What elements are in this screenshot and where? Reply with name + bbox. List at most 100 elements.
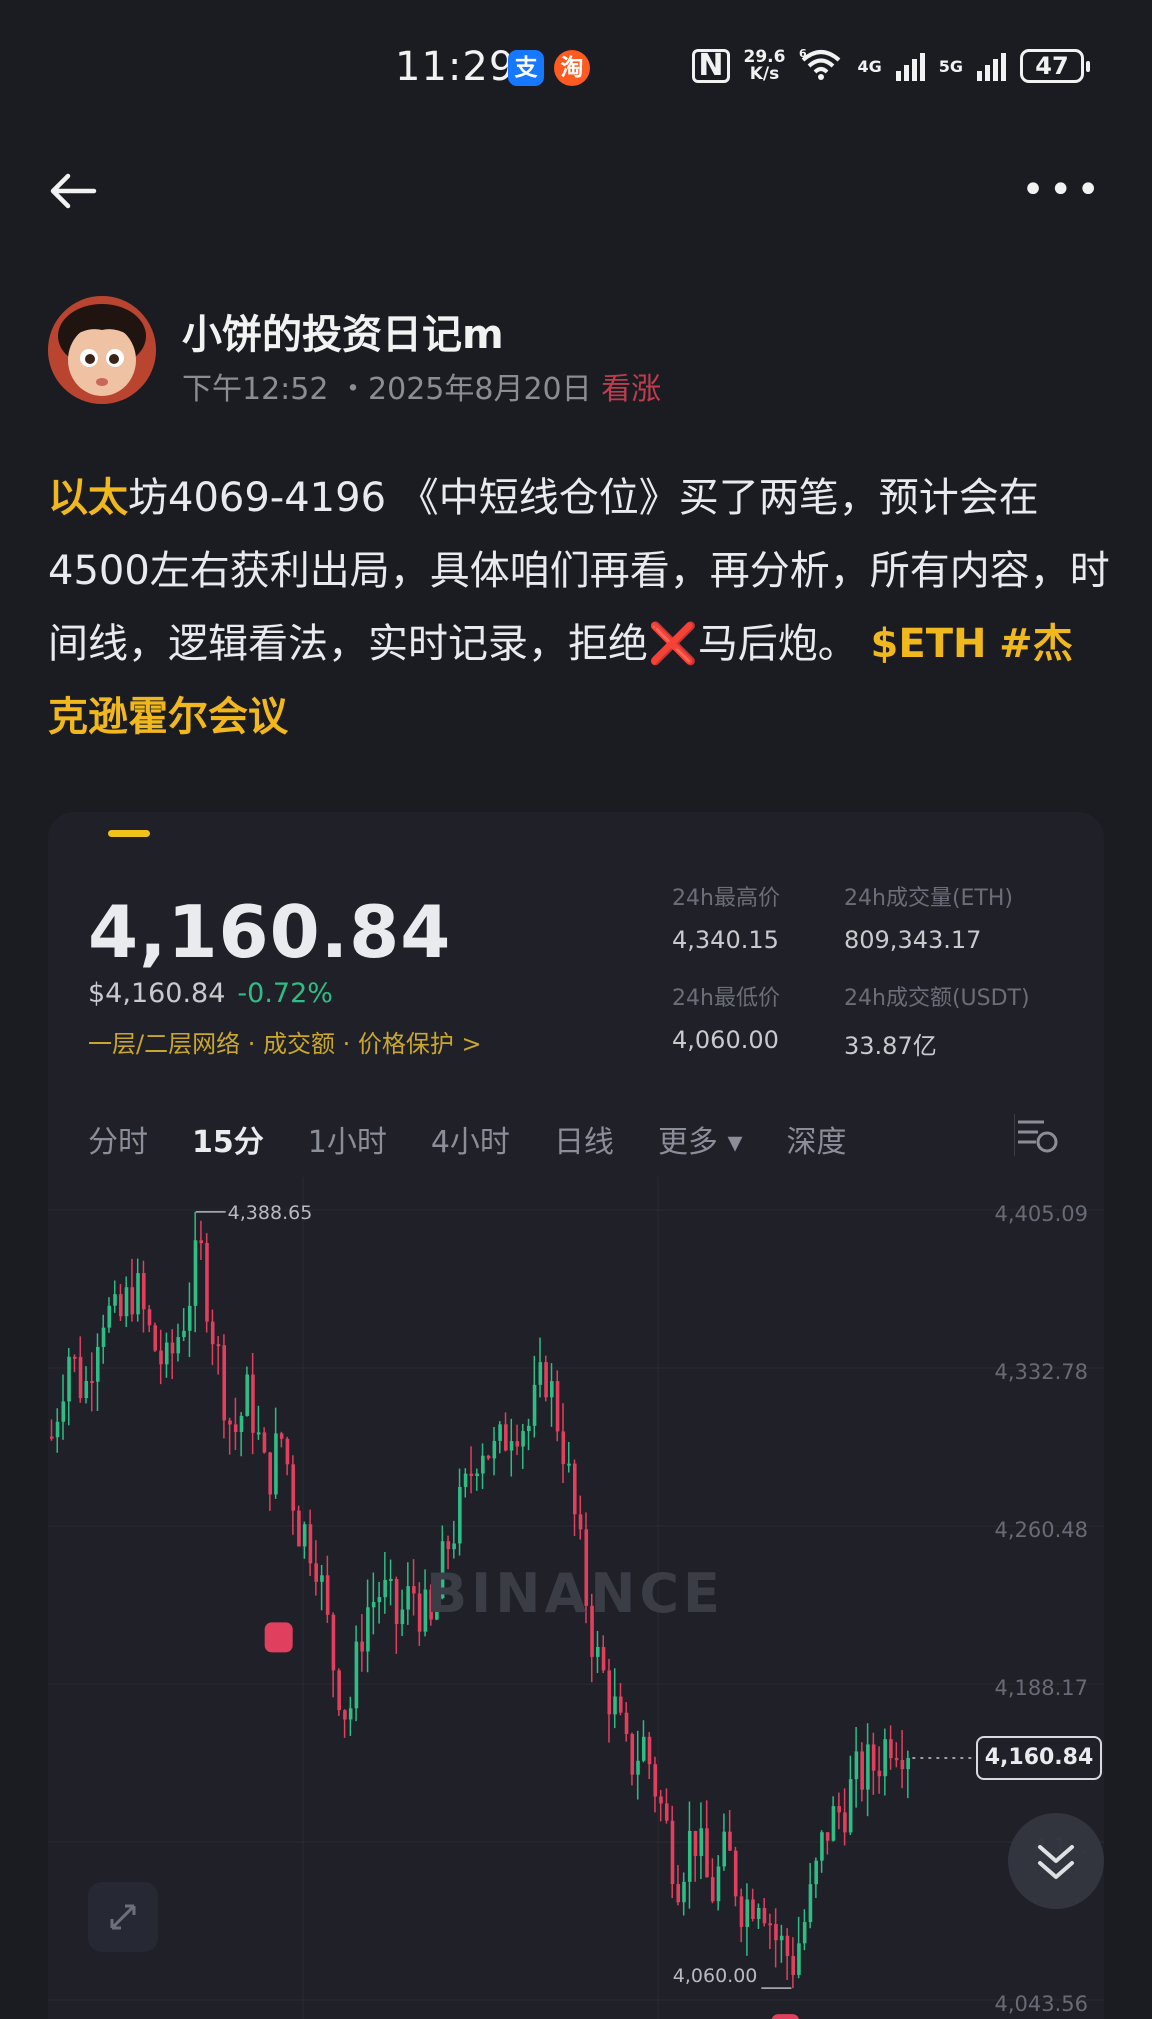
candle-body bbox=[113, 1294, 117, 1306]
stat-volume-usdt: 24h成交额(USDT) 33.87亿 bbox=[844, 986, 1030, 1060]
candle-body bbox=[624, 1712, 629, 1735]
candle-body bbox=[210, 1321, 215, 1345]
candle-body bbox=[814, 1860, 818, 1885]
post-body: 以太坊4069-4196 《中短线仓位》买了两笔，预计会在4500左右获利出局，… bbox=[48, 462, 1112, 754]
candle-body bbox=[676, 1884, 681, 1903]
signal-5g-label: 5G bbox=[938, 56, 963, 76]
candle-body bbox=[245, 1374, 250, 1416]
more-options-icon[interactable]: ••• bbox=[1021, 170, 1104, 210]
candle-body bbox=[417, 1593, 422, 1632]
candle-body bbox=[383, 1579, 387, 1598]
candle-body bbox=[636, 1760, 640, 1775]
candle-body bbox=[187, 1305, 192, 1331]
candle-body bbox=[337, 1670, 341, 1711]
candle-body bbox=[84, 1381, 89, 1398]
y-tick-label: 4,043.56 bbox=[994, 1992, 1088, 2016]
candle-body bbox=[871, 1744, 876, 1771]
candle-body bbox=[348, 1708, 353, 1720]
nfc-icon: N bbox=[692, 49, 730, 83]
candle-body bbox=[843, 1812, 847, 1833]
candle-body bbox=[314, 1563, 318, 1582]
status-bar: 11:29 支 淘 N 29.6 K/s 6 4G 5G 47 bbox=[0, 0, 1152, 140]
candle-body bbox=[412, 1586, 416, 1594]
coin-link[interactable]: 以太 bbox=[48, 475, 128, 521]
candle-body bbox=[325, 1575, 330, 1615]
author-name[interactable]: 小饼的投资日记m bbox=[182, 302, 504, 360]
candle-body bbox=[61, 1401, 66, 1422]
alipay-icon: 支 bbox=[508, 50, 544, 86]
candle-body bbox=[377, 1597, 382, 1603]
candle-body bbox=[630, 1734, 635, 1775]
candle-body bbox=[733, 1850, 738, 1897]
candle-body bbox=[216, 1344, 221, 1347]
stat-high: 24h最高价 4,340.15 bbox=[672, 886, 780, 954]
back-arrow-icon[interactable] bbox=[48, 166, 98, 216]
candle-body bbox=[239, 1415, 244, 1432]
avatar[interactable] bbox=[48, 296, 156, 404]
candle-body bbox=[687, 1830, 692, 1882]
candle-body bbox=[147, 1309, 152, 1326]
candle-body bbox=[641, 1736, 646, 1761]
candle-body bbox=[693, 1830, 698, 1857]
candle-body bbox=[118, 1294, 123, 1317]
tab-interval-2[interactable]: 1小时 bbox=[308, 1117, 387, 1161]
cross-emoji: ❌ bbox=[648, 621, 698, 667]
candle-body bbox=[164, 1342, 169, 1365]
candle-body bbox=[371, 1602, 376, 1608]
buy-marker-icon bbox=[771, 2014, 800, 2019]
candle-body bbox=[797, 1943, 801, 1975]
price-chart[interactable]: 4,388.65 4,060.00 4,405.09 4,332.78 4,260.4… bbox=[48, 1177, 1104, 2019]
candle-body bbox=[291, 1464, 295, 1511]
market-links[interactable]: 一层/二层网络 · 成交额 · 价格保护 > bbox=[88, 1024, 482, 1059]
y-tick-label: 4,260.48 bbox=[994, 1518, 1088, 1542]
candle-body bbox=[262, 1432, 267, 1453]
tab-interval-4[interactable]: 日线 bbox=[554, 1117, 614, 1161]
candle-body bbox=[802, 1922, 807, 1944]
candle-body bbox=[527, 1425, 531, 1432]
tab-interval-5[interactable]: 更多 ▾ bbox=[658, 1117, 743, 1161]
post-meta: 下午12:52 ・2025年8月20日 看涨 bbox=[182, 364, 661, 408]
candle-body bbox=[308, 1524, 313, 1564]
signal-bars-icon bbox=[977, 51, 1006, 81]
fullscreen-icon[interactable] bbox=[88, 1882, 158, 1952]
candle-body bbox=[768, 1923, 772, 1926]
candle-body bbox=[659, 1796, 663, 1804]
price-usd: $4,160.84 -0.72% bbox=[88, 978, 333, 1009]
post-date: ・2025年8月20日 bbox=[338, 372, 592, 407]
tab-interval-0[interactable]: 分时 bbox=[88, 1117, 148, 1161]
candle-body bbox=[762, 1907, 767, 1924]
candle-body bbox=[555, 1381, 560, 1432]
chart-settings-icon[interactable] bbox=[1013, 1112, 1060, 1158]
tab-interval-3[interactable]: 4小时 bbox=[431, 1117, 510, 1161]
scroll-down-button[interactable] bbox=[1008, 1813, 1104, 1909]
candle-body bbox=[50, 1436, 54, 1439]
candle-body bbox=[251, 1374, 255, 1433]
candle-body bbox=[90, 1381, 94, 1384]
candle-body bbox=[739, 1896, 744, 1927]
candle-body bbox=[705, 1828, 709, 1878]
candle-body bbox=[710, 1877, 715, 1902]
sentiment-badge: 看涨 bbox=[601, 372, 662, 407]
candle-body bbox=[320, 1575, 324, 1582]
signal-bars-icon bbox=[895, 51, 925, 81]
candle-body bbox=[532, 1384, 537, 1426]
watermark-text: BINANCE bbox=[426, 1562, 724, 1625]
candle-body bbox=[808, 1884, 813, 1923]
tab-interval-1[interactable]: 15分 bbox=[192, 1117, 264, 1161]
symbol-tag-link[interactable]: $ETH bbox=[871, 621, 987, 667]
current-price-tag: 4,160.84 bbox=[976, 1735, 1102, 1780]
candle-body bbox=[848, 1779, 853, 1833]
candle-body bbox=[193, 1240, 198, 1306]
candle-body bbox=[78, 1356, 83, 1398]
net-speed: 29.6 K/s bbox=[743, 47, 786, 84]
market-card[interactable]: 4,160.84 $4,160.84 -0.72% 一层/二层网络 · 成交额 ·… bbox=[48, 812, 1104, 2019]
candle-body bbox=[302, 1524, 307, 1547]
candle-body bbox=[136, 1273, 140, 1315]
candle-body bbox=[550, 1381, 554, 1398]
candle-body bbox=[107, 1305, 112, 1328]
candle-body bbox=[233, 1424, 238, 1432]
candle-body bbox=[785, 1935, 790, 1957]
candle-body bbox=[492, 1440, 497, 1459]
candle-body bbox=[774, 1924, 778, 1941]
tab-interval-6[interactable]: 深度 bbox=[787, 1117, 847, 1161]
